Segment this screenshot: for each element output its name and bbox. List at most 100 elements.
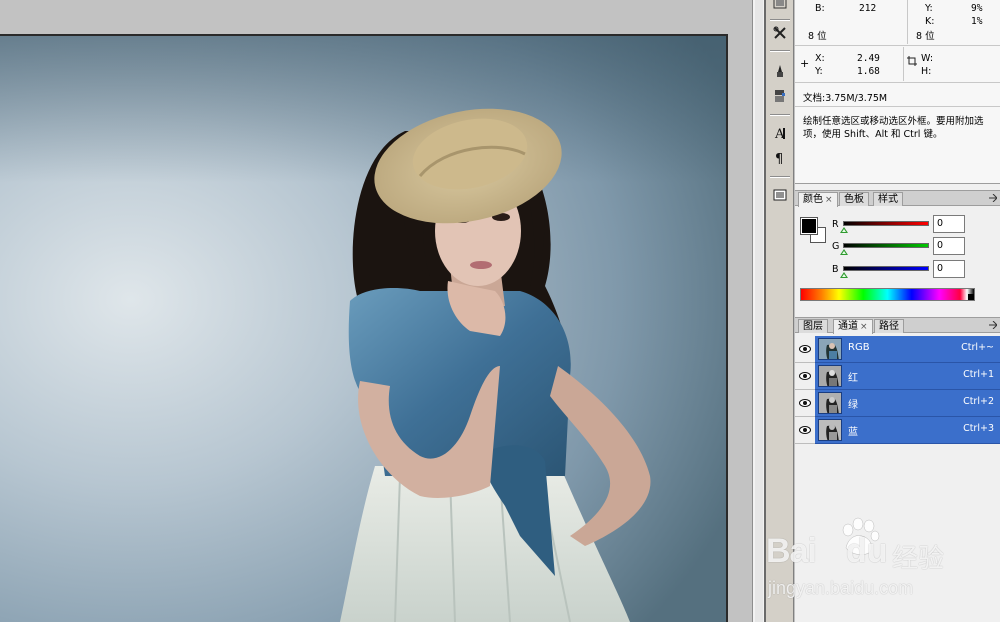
layer-comps-icon[interactable] [768,184,792,206]
color-panel: R 0 G 0 B 0 [795,207,1000,311]
character-icon[interactable]: A [768,122,792,144]
green-value-input[interactable]: 0 [933,237,965,255]
tab-styles[interactable]: 样式 [873,192,903,206]
crosshair-icon: + [800,57,810,70]
channel-row-red[interactable]: 红 Ctrl+1 [795,363,1000,390]
panel-menu-icon[interactable] [989,194,997,202]
tab-swatches-label: 色板 [844,194,864,205]
channel-row-green[interactable]: 绿 Ctrl+2 [795,390,1000,417]
info-bit-depth-left: 8 位 [808,31,827,42]
info-divider [795,82,1000,83]
channel-row-rgb[interactable]: RGB Ctrl+~ [795,336,1000,363]
red-slider-track[interactable] [843,221,929,226]
blue-value-input[interactable]: 0 [933,260,965,278]
channel-row-blue[interactable]: 蓝 Ctrl+3 [795,417,1000,444]
info-h-label: H: [921,66,932,77]
info-b-value: 212 [859,3,877,14]
channel-thumbnail [818,392,842,414]
panel-dock-icons: A ¶ [766,0,794,622]
tab-color[interactable]: 颜色 × [798,192,838,207]
crop-size-icon [907,56,917,69]
dock-separator [770,114,790,116]
svg-text:¶: ¶ [775,152,783,166]
info-x-label: X: [815,53,825,64]
tab-channels[interactable]: 通道 × [833,319,873,334]
scrollbar-track[interactable] [755,0,763,622]
spectrum-black-white[interactable] [968,294,974,300]
info-y-value: 9% [971,3,983,14]
right-panel-dock: B: 212 Y: 9% K: 1% 8 位 8 位 + X: 2.49 Y: … [795,0,1000,622]
paragraph-icon[interactable]: ¶ [768,147,792,169]
info-ycoord-label: Y: [815,66,823,77]
info-ycoord-value: 1.68 [857,66,880,77]
info-w-label: W: [921,53,934,64]
red-slider-thumb[interactable] [840,227,848,233]
info-hint-line2: 项，使用 Shift、Alt 和 Ctrl 键。 [803,129,943,140]
document-canvas-photo[interactable] [0,36,726,622]
channels-panel-tabbar: 图层 通道 × 路径 [795,317,1000,334]
info-panel: B: 212 Y: 9% K: 1% 8 位 8 位 + X: 2.49 Y: … [795,0,1000,184]
tab-channels-label: 通道 [838,321,858,332]
channel-name: 绿 [848,400,858,411]
visibility-eye-icon[interactable] [795,363,815,390]
info-divider [903,47,904,81]
green-slider-track[interactable] [843,243,929,248]
red-value-input[interactable]: 0 [933,215,965,233]
blue-slider-track[interactable] [843,266,929,271]
info-tool-hint: 绘制任意选区或移动选区外框。要用附加选 项，使用 Shift、Alt 和 Ctr… [803,115,1000,141]
tab-layers[interactable]: 图层 [798,319,828,333]
dock-separator [770,19,790,21]
info-divider [907,0,908,44]
info-x-value: 2.49 [857,53,880,64]
visibility-eye-icon[interactable] [795,417,815,444]
panel-menu-icon[interactable] [989,321,997,329]
foreground-color-swatch[interactable] [800,217,818,235]
tab-paths[interactable]: 路径 [874,319,904,333]
channel-name: 蓝 [848,427,858,438]
channel-shortcut: Ctrl+2 [963,396,994,407]
visibility-eye-icon[interactable] [795,336,815,363]
channel-body[interactable]: 红 Ctrl+1 [815,363,1000,390]
channel-name: 红 [848,373,858,384]
color-panel-tabbar: 颜色 × 色板 样式 [795,190,1000,207]
tab-close-icon[interactable]: × [860,322,868,332]
info-k-value: 1% [971,16,983,27]
channel-shortcut: Ctrl+~ [961,342,994,353]
tab-close-icon[interactable]: × [825,195,833,205]
navigator-icon[interactable] [768,0,792,14]
tab-swatches[interactable]: 色板 [839,192,869,206]
channel-shortcut: Ctrl+3 [963,423,994,434]
tab-color-label: 颜色 [803,194,823,205]
channel-body[interactable]: RGB Ctrl+~ [815,336,1000,363]
tab-styles-label: 样式 [878,194,898,205]
photo-image [0,36,726,622]
info-k-label: K: [925,16,935,27]
channel-thumbnail [818,365,842,387]
brush-icon[interactable] [768,60,792,82]
channel-body[interactable]: 蓝 Ctrl+3 [815,417,1000,444]
channel-body[interactable]: 绿 Ctrl+2 [815,390,1000,417]
blue-slider-thumb[interactable] [840,272,848,278]
green-slider-label: G [832,241,840,252]
red-slider-label: R [832,219,839,230]
document-workspace[interactable] [0,0,752,622]
channel-name: RGB [848,342,870,353]
dock-separator [770,176,790,178]
workspace-vertical-scrollbar[interactable] [752,0,764,622]
channel-thumbnail [818,338,842,360]
dock-separator [770,50,790,52]
blue-slider-label: B [832,264,839,275]
info-bit-depth-right: 8 位 [916,31,935,42]
info-doc-size: 文档:3.75M/3.75M [803,93,888,104]
info-b-label: B: [815,3,825,14]
channel-shortcut: Ctrl+1 [963,369,994,380]
tools-icon[interactable] [768,22,792,44]
tab-layers-label: 图层 [803,321,823,332]
green-slider-thumb[interactable] [840,249,848,255]
info-divider [795,106,1000,107]
clone-source-icon[interactable] [768,85,792,107]
tab-paths-label: 路径 [879,321,899,332]
info-y-label: Y: [925,3,933,14]
color-spectrum-bar[interactable] [800,288,975,301]
visibility-eye-icon[interactable] [795,390,815,417]
